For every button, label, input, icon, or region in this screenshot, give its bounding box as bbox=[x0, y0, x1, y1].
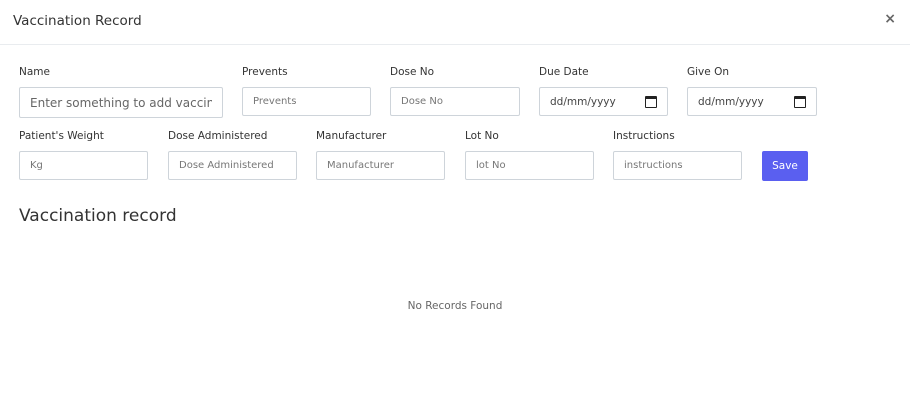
close-button[interactable]: × bbox=[884, 11, 896, 27]
modal-title: Vaccination Record bbox=[13, 13, 142, 29]
weight-label: Patient's Weight bbox=[19, 130, 104, 142]
due-date-input[interactable]: dd/mm/yyyy bbox=[539, 87, 668, 116]
due-date-value: dd/mm/yyyy bbox=[550, 95, 616, 108]
prevents-label: Prevents bbox=[242, 66, 288, 78]
dose-no-label: Dose No bbox=[390, 66, 435, 78]
instructions-input[interactable] bbox=[613, 151, 742, 180]
prevents-input[interactable] bbox=[242, 87, 371, 116]
modal-header: Vaccination Record × bbox=[0, 0, 910, 45]
save-button[interactable]: Save bbox=[762, 151, 808, 181]
give-on-value: dd/mm/yyyy bbox=[698, 95, 764, 108]
lot-no-label: Lot No bbox=[465, 130, 499, 142]
lot-no-input[interactable] bbox=[465, 151, 594, 180]
instructions-label: Instructions bbox=[613, 130, 675, 142]
manufacturer-label: Manufacturer bbox=[316, 130, 387, 142]
name-input[interactable] bbox=[19, 87, 223, 118]
calendar-icon[interactable] bbox=[645, 95, 657, 108]
calendar-icon[interactable] bbox=[794, 95, 806, 108]
dose-no-input[interactable] bbox=[390, 87, 520, 116]
empty-state-message: No Records Found bbox=[407, 300, 503, 312]
give-on-label: Give On bbox=[687, 66, 729, 78]
records-title: Vaccination record bbox=[19, 206, 177, 226]
give-on-input[interactable]: dd/mm/yyyy bbox=[687, 87, 817, 116]
dose-administered-input[interactable] bbox=[168, 151, 297, 180]
due-date-label: Due Date bbox=[539, 66, 589, 78]
dose-administered-label: Dose Administered bbox=[168, 130, 268, 142]
weight-input[interactable] bbox=[19, 151, 148, 180]
manufacturer-input[interactable] bbox=[316, 151, 445, 180]
name-label: Name bbox=[19, 66, 50, 78]
